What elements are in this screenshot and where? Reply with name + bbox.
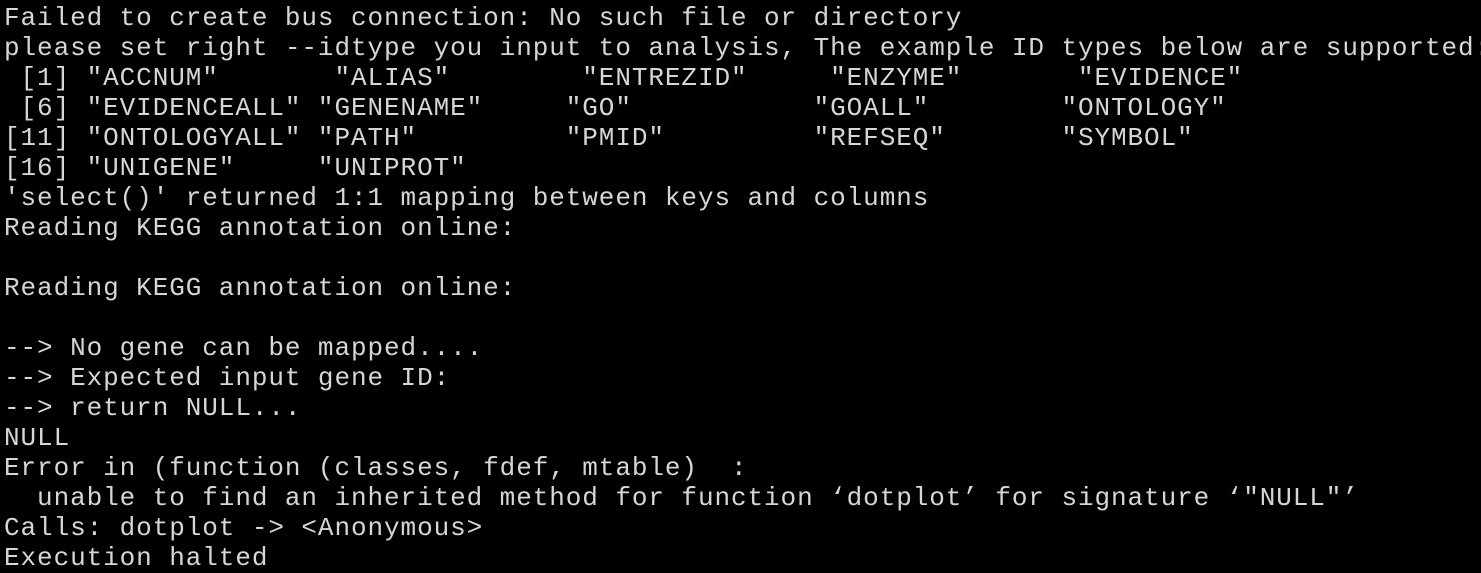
line-idtypes-11: [11] "ONTOLOGYALL" "PATH" "PMID" "REFSEQ… — [4, 123, 1194, 153]
line-null: NULL — [4, 423, 71, 453]
line-idtypes-1: [1] "ACCNUM" "ALIAS" "ENTREZID" "ENZYME"… — [20, 63, 1244, 93]
line-error-detail: unable to find an inherited method for f… — [37, 483, 1359, 513]
line-blank-1 — [4, 243, 1481, 273]
line-reading-kegg-2: Reading KEGG annotation online: — [4, 273, 517, 303]
line-blank-2 — [4, 303, 1481, 333]
line-dbus-error: Failed to create bus connection: No such… — [4, 3, 963, 33]
line-select-mapping: 'select()' returned 1:1 mapping between … — [4, 183, 930, 213]
line-calls: Calls: dotplot -> <Anonymous> — [4, 513, 484, 543]
line-return-null: --> return NULL... — [4, 393, 302, 423]
line-execution-halted: Execution halted — [4, 543, 269, 573]
line-error-in: Error in (function (classes, fdef, mtabl… — [4, 453, 748, 483]
line-reading-kegg-1: Reading KEGG annotation online: — [4, 213, 517, 243]
terminal-output-text: Failed to create bus connection: No such… — [0, 0, 1481, 573]
line-idtypes-16: [16] "UNIGENE" "UNIPROT" — [4, 153, 467, 183]
line-expected-input: --> Expected input gene ID: — [4, 363, 451, 393]
terminal-window[interactable]: Failed to create bus connection: No such… — [0, 0, 1481, 573]
line-idtypes-6: [6] "EVIDENCEALL" "GENENAME" "GO" "GOALL… — [20, 93, 1227, 123]
line-idtype-hint: please set right --idtype you input to a… — [4, 33, 1481, 63]
line-no-gene-mapped: --> No gene can be mapped.... — [4, 333, 484, 363]
